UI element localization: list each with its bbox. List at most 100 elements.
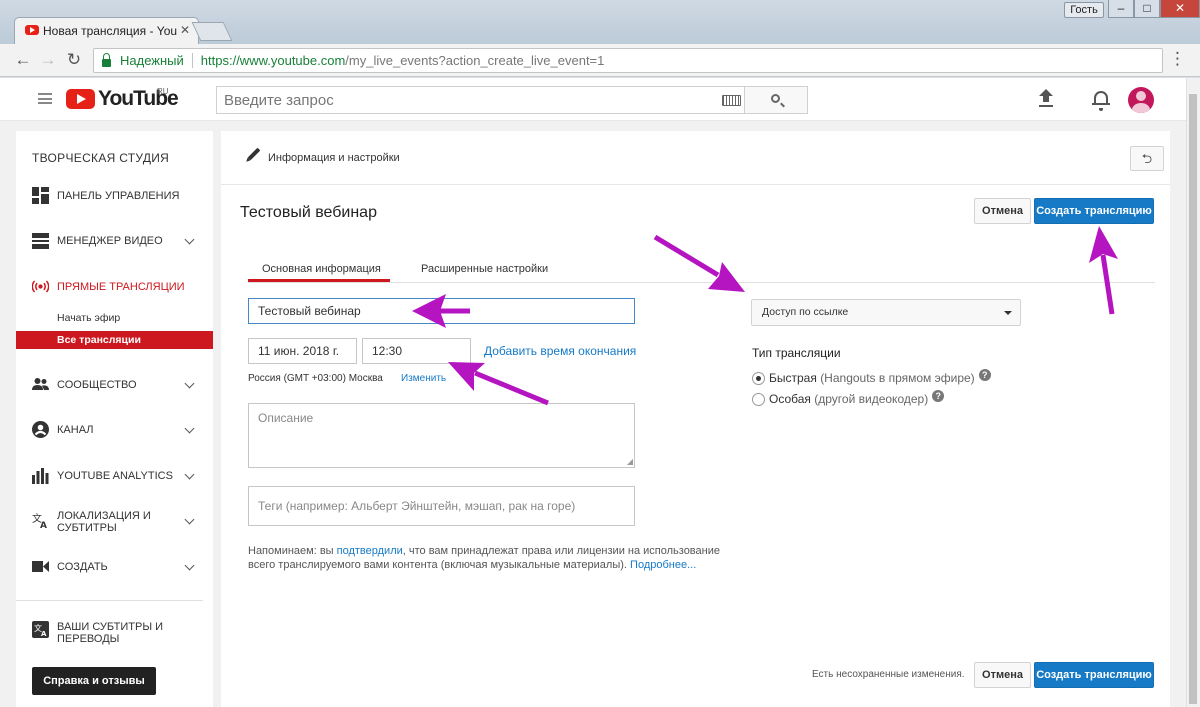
- sidebar-item-localization[interactable]: 文A ЛОКАЛИЗАЦИЯ И СУБТИТРЫ: [16, 506, 213, 536]
- browser-menu-icon[interactable]: ⋮: [1169, 50, 1186, 68]
- sidebar-item-label: ЛОКАЛИЗАЦИЯ И СУБТИТРЫ: [57, 510, 151, 534]
- svg-text:A: A: [40, 521, 47, 529]
- cancel-button-top[interactable]: Отмена: [974, 198, 1031, 224]
- tab-divider: [248, 282, 1155, 283]
- guest-profile-button[interactable]: Гость: [1064, 2, 1104, 18]
- radio-fast-option[interactable]: Быстрая (Hangouts в прямом эфире) ?: [752, 369, 991, 385]
- close-tab-icon[interactable]: ✕: [180, 23, 190, 37]
- live-icon: [32, 280, 49, 293]
- pencil-icon: [247, 147, 261, 161]
- help-feedback-button[interactable]: Справка и отзывы: [32, 667, 156, 695]
- scrollbar-thumb[interactable]: [1189, 94, 1197, 704]
- forward-arrow-icon[interactable]: →: [38, 50, 58, 70]
- resize-handle-icon[interactable]: ◢: [627, 457, 633, 466]
- notice-prefix: Напоминаем: вы: [248, 545, 337, 557]
- sidebar-item-your-subtitles[interactable]: 文A ВАШИ СУБТИТРЫ И ПЕРЕВОДЫ: [16, 617, 213, 647]
- maximize-window-button[interactable]: □: [1134, 0, 1160, 18]
- privacy-selected-value: Доступ по ссылке: [762, 306, 849, 318]
- youtube-region-label: RU: [157, 87, 169, 96]
- back-arrow-icon[interactable]: ←: [13, 50, 33, 70]
- youtube-play-icon: [66, 89, 95, 109]
- sidebar-subitem-start-stream[interactable]: Начать эфир: [16, 309, 213, 327]
- create-stream-button-top[interactable]: Создать трансляцию: [1034, 198, 1154, 224]
- help-question-icon[interactable]: ?: [978, 369, 991, 381]
- change-timezone-link[interactable]: Изменить: [401, 373, 446, 384]
- close-window-button[interactable]: ✕: [1160, 0, 1200, 18]
- sidebar-item-live-streams[interactable]: ПРЯМЫЕ ТРАНСЛЯЦИИ: [16, 277, 213, 299]
- svg-text:A: A: [41, 630, 47, 638]
- subtitles-icon: 文A: [32, 621, 49, 638]
- address-separator: [191, 53, 193, 68]
- sidebar-item-label: СООБЩЕСТВО: [57, 379, 137, 391]
- tags-input[interactable]: Теги (например: Альберт Эйнштейн, мэшап,…: [248, 486, 635, 526]
- page: YouTube RU Введите запрос ТВОРЧЕСКАЯ СТУ…: [0, 78, 1186, 707]
- tab-basic-info[interactable]: Основная информация: [262, 263, 381, 275]
- back-button[interactable]: ⮌: [1130, 146, 1164, 171]
- radio-custom-option[interactable]: Особая (другой видеокодер) ?: [752, 390, 945, 406]
- notifications-bell-icon[interactable]: [1092, 91, 1110, 111]
- chevron-down-icon[interactable]: [184, 423, 195, 434]
- url-path: /my_live_events?action_create_live_event…: [345, 53, 605, 68]
- browser-tab-active[interactable]: Новая трансляция - You ✕: [14, 17, 199, 44]
- browser-tab-title: Новая трансляция - You: [43, 24, 178, 38]
- sidebar-item-analytics[interactable]: YOUTUBE ANALYTICS: [16, 466, 213, 488]
- form-header: Информация и настройки ⮌: [221, 131, 1170, 185]
- reload-icon[interactable]: ↻: [64, 50, 84, 70]
- sidebar-item-label: МЕНЕДЖЕР ВИДЕО: [57, 235, 163, 247]
- chevron-down-icon[interactable]: [184, 514, 195, 525]
- keyboard-icon[interactable]: [722, 95, 741, 106]
- hamburger-menu-icon[interactable]: [38, 93, 52, 104]
- confirmed-link[interactable]: подтвердили: [337, 545, 403, 557]
- analytics-icon: [32, 468, 49, 484]
- date-input[interactable]: 11 июн. 2018 г.: [248, 338, 357, 364]
- sidebar-item-community[interactable]: СООБЩЕСТВО: [16, 375, 213, 397]
- search-input[interactable]: Введите запрос: [216, 86, 744, 114]
- chevron-down-icon[interactable]: [184, 469, 195, 480]
- stream-type-label: Тип трансляции: [752, 346, 841, 360]
- description-textarea[interactable]: Описание ◢: [248, 403, 635, 468]
- sidebar-item-dashboard[interactable]: ПАНЕЛЬ УПРАВЛЕНИЯ: [16, 186, 213, 208]
- search-button[interactable]: [744, 86, 808, 114]
- add-end-time-link[interactable]: Добавить время окончания: [484, 344, 636, 358]
- time-input[interactable]: 12:30: [362, 338, 471, 364]
- avatar[interactable]: [1128, 87, 1154, 113]
- sidebar-item-label: СОЗДАТЬ: [57, 561, 108, 573]
- chevron-down-icon[interactable]: [184, 234, 195, 245]
- radio-fast[interactable]: [752, 371, 765, 385]
- sidebar-item-create[interactable]: СОЗДАТЬ: [16, 557, 213, 579]
- sidebar-title: ТВОРЧЕСКАЯ СТУДИЯ: [32, 151, 170, 165]
- tab-advanced-settings[interactable]: Расширенные настройки: [421, 263, 548, 275]
- dropdown-arrow-icon: [1004, 311, 1012, 315]
- radio-fast-note: (Hangouts в прямом эфире): [820, 371, 975, 385]
- sidebar-item-video-manager[interactable]: МЕНЕДЖЕР ВИДЕО: [16, 231, 213, 253]
- event-title: Тестовый вебинар: [240, 204, 377, 221]
- rights-notice: Напоминаем: вы подтвердили, что вам прин…: [248, 544, 738, 572]
- youtube-favicon-icon: [25, 25, 39, 35]
- timezone-label: Россия (GMT +03:00) Москва: [248, 373, 383, 384]
- title-input[interactable]: Тестовый вебинар: [248, 298, 635, 324]
- chevron-down-icon[interactable]: [184, 560, 195, 571]
- create-stream-button-bottom[interactable]: Создать трансляцию: [1034, 662, 1154, 688]
- privacy-select[interactable]: Доступ по ссылке: [751, 299, 1021, 326]
- chevron-down-icon[interactable]: [184, 378, 195, 389]
- help-question-icon[interactable]: ?: [932, 390, 945, 402]
- radio-fast-label: Быстрая: [769, 371, 817, 385]
- radio-custom-label: Особая: [769, 392, 811, 406]
- sidebar-item-label: ВАШИ СУБТИТРЫ И ПЕРЕВОДЫ: [57, 621, 164, 645]
- sidebar-item-channel[interactable]: КАНАЛ: [16, 420, 213, 442]
- learn-more-link[interactable]: Подробнее...: [630, 559, 696, 571]
- community-icon: [32, 378, 49, 390]
- cancel-button-bottom[interactable]: Отмена: [974, 662, 1031, 688]
- minimize-window-button[interactable]: –: [1108, 0, 1134, 18]
- live-event-form: Информация и настройки ⮌ Тестовый вебина…: [221, 131, 1170, 707]
- radio-custom[interactable]: [752, 392, 765, 406]
- channel-icon: [32, 421, 49, 438]
- search-icon: [771, 94, 780, 103]
- translate-icon: 文A: [32, 512, 47, 529]
- address-bar[interactable]: Надежный https://www.youtube.com/my_live…: [93, 48, 1163, 73]
- sidebar-subitem-all-streams[interactable]: Все трансляции: [16, 331, 213, 349]
- video-manager-icon: [32, 233, 49, 249]
- lock-icon: [102, 52, 111, 67]
- unsaved-changes-text: Есть несохраненные изменения.: [812, 669, 965, 680]
- radio-custom-note: (другой видеокодер): [814, 392, 929, 406]
